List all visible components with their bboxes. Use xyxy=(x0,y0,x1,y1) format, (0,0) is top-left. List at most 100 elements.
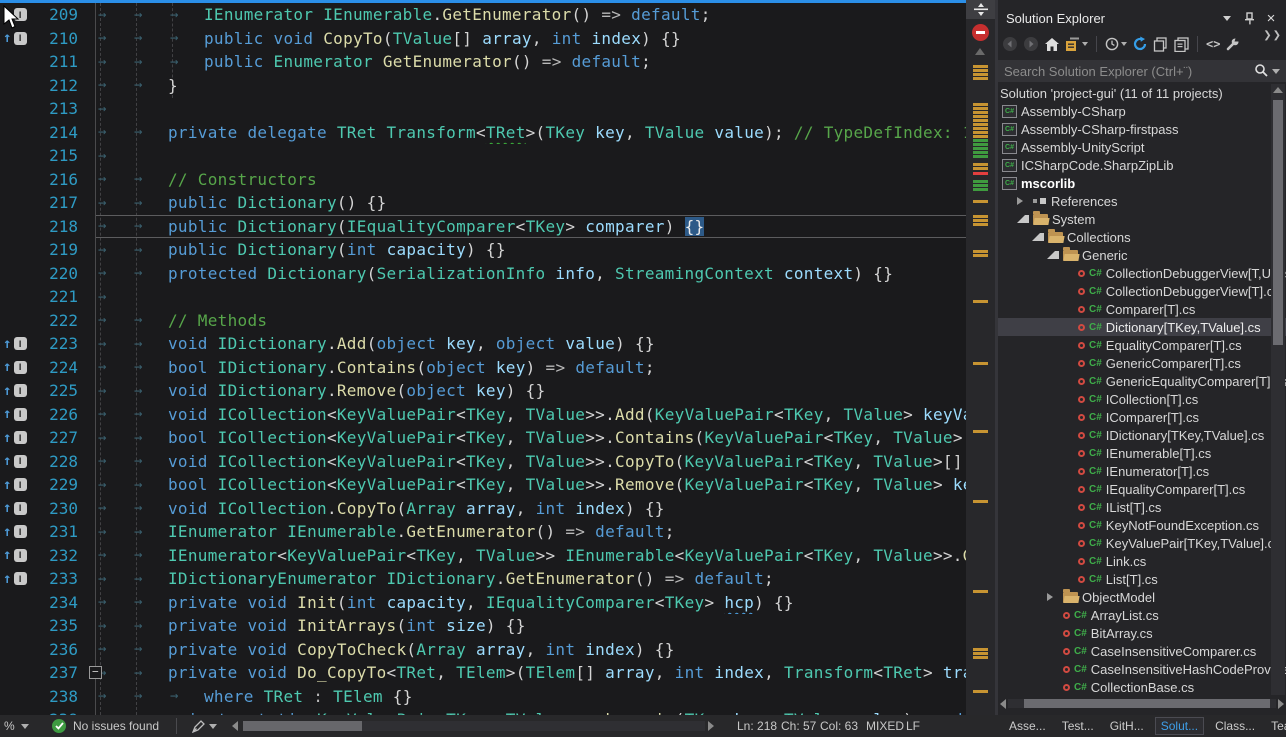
panel-tab-tea[interactable]: Tea... xyxy=(1266,718,1286,734)
implements-interface-icon[interactable]: ↑I xyxy=(0,473,34,497)
fold-margin[interactable] xyxy=(78,74,96,98)
code-line[interactable]: 213→ xyxy=(0,97,966,121)
fold-margin[interactable] xyxy=(78,50,96,74)
code-text[interactable]: →→// Constructors xyxy=(96,168,966,192)
code-text[interactable]: →→void ICollection<KeyValuePair<TKey, TV… xyxy=(96,450,966,474)
code-line[interactable]: 211→→→public Enumerator GetEnumerator() … xyxy=(0,50,966,74)
code-line[interactable]: 221→ xyxy=(0,285,966,309)
code-text[interactable]: → xyxy=(96,285,966,309)
split-editor-handle-icon[interactable] xyxy=(966,0,995,19)
fold-margin[interactable] xyxy=(78,27,96,51)
code-text[interactable]: →→private void Do_CopyTo<TRet, TElem>(TE… xyxy=(96,661,966,685)
tree-item-ilist-t-cs[interactable]: C#IList[T].cs xyxy=(998,498,1286,516)
home-icon[interactable] xyxy=(1044,34,1060,54)
code-line[interactable]: 235→→private void InitArrays(int size) {… xyxy=(0,614,966,638)
code-text[interactable]: →→private void CopyToCheck(Array array, … xyxy=(96,638,966,662)
tree-item-comparer-t-cs[interactable]: C#Comparer[T].cs xyxy=(998,300,1286,318)
code-text[interactable]: →→IEnumerator IEnumerable.GetEnumerator(… xyxy=(96,520,966,544)
code-text[interactable]: →→private void InitArrays(int size) {} xyxy=(96,614,966,638)
code-line[interactable]: 212→→} xyxy=(0,74,966,98)
tree-item-keynotfoundexception-cs[interactable]: C#KeyNotFoundException.cs xyxy=(998,516,1286,534)
fold-margin[interactable] xyxy=(78,97,96,121)
tree-scroll-right-icon[interactable] xyxy=(1278,699,1284,709)
tree-item-collectiondebuggerview-t-u-cs[interactable]: C#CollectionDebuggerView[T,U].cs xyxy=(998,264,1286,282)
editor-vertical-scrollbar[interactable] xyxy=(966,0,995,715)
panel-tab-asse[interactable]: Asse... xyxy=(1004,718,1051,734)
fold-collapse-icon[interactable]: − xyxy=(89,666,102,679)
code-line[interactable]: 222→→// Methods xyxy=(0,309,966,333)
fold-margin[interactable] xyxy=(78,708,96,715)
close-icon[interactable]: × xyxy=(1262,9,1280,27)
fold-margin[interactable] xyxy=(78,614,96,638)
panel-tab-solut[interactable]: Solut... xyxy=(1155,717,1204,735)
zoom-control[interactable]: % xyxy=(4,715,29,737)
code-line[interactable]: 234→→private void Init(int capacity, IEq… xyxy=(0,591,966,615)
fold-margin[interactable] xyxy=(78,285,96,309)
code-text[interactable]: →→→where TRet : TElem {} xyxy=(96,685,966,709)
expander-collapsed-icon[interactable] xyxy=(1017,197,1029,205)
fold-margin[interactable] xyxy=(78,262,96,286)
code-text[interactable]: →→protected Dictionary(SerializationInfo… xyxy=(96,262,966,286)
fold-margin[interactable] xyxy=(78,332,96,356)
pending-changes-filter-icon[interactable] xyxy=(1105,34,1127,54)
code-line[interactable]: 236→→private void CopyToCheck(Array arra… xyxy=(0,638,966,662)
tree-item-ienumerable-t-cs[interactable]: C#IEnumerable[T].cs xyxy=(998,444,1286,462)
window-position-icon[interactable] xyxy=(1218,9,1236,27)
code-line[interactable]: ↑I226→→void ICollection<KeyValuePair<TKe… xyxy=(0,403,966,427)
tree-item-ienumerator-t-cs[interactable]: C#IEnumerator[T].cs xyxy=(998,462,1286,480)
tree-item-assembly-csharp[interactable]: C#Assembly-CSharp xyxy=(998,102,1286,120)
tree-item-system[interactable]: System xyxy=(998,210,1286,228)
tree-item-bitarray-cs[interactable]: C#BitArray.cs xyxy=(998,624,1286,642)
tree-horizontal-scrollbar[interactable] xyxy=(1000,697,1284,710)
fold-margin[interactable] xyxy=(78,497,96,521)
fold-margin[interactable] xyxy=(78,450,96,474)
code-text[interactable]: → xyxy=(96,144,966,168)
editor-hscroll-thumb[interactable] xyxy=(243,721,362,731)
marker-dropdown-icon[interactable] xyxy=(209,724,217,729)
fold-margin[interactable] xyxy=(78,520,96,544)
fold-margin[interactable] xyxy=(78,191,96,215)
tree-scroll-thumb[interactable] xyxy=(1273,100,1283,345)
tree-scroll-up-icon[interactable] xyxy=(1273,87,1283,93)
implements-interface-icon[interactable]: ↑I xyxy=(0,379,34,403)
panel-tab-test[interactable]: Test... xyxy=(1057,718,1099,734)
code-text[interactable]: →→→IEnumerator IEnumerable.GetEnumerator… xyxy=(96,3,966,27)
fold-margin[interactable] xyxy=(78,567,96,591)
document-health-icon[interactable] xyxy=(972,24,989,41)
code-text[interactable]: →→void ICollection.CopyTo(Array array, i… xyxy=(96,497,966,521)
hscroll-right-icon[interactable] xyxy=(708,715,714,737)
code-text[interactable]: →→bool ICollection<KeyValuePair<TKey, TV… xyxy=(96,426,966,450)
expander-expanded-icon[interactable] xyxy=(1017,215,1029,223)
collapse-all-icon[interactable] xyxy=(1065,34,1088,54)
fold-margin[interactable] xyxy=(78,215,96,239)
code-line[interactable]: 220→→protected Dictionary(SerializationI… xyxy=(0,262,966,286)
tree-item-references[interactable]: References xyxy=(998,192,1286,210)
code-line[interactable]: ↑I227→→bool ICollection<KeyValuePair<TKe… xyxy=(0,426,966,450)
tree-item-keyvaluepair-tkey-tvalue-cs[interactable]: C#KeyValuePair[TKey,TValue].cs xyxy=(998,534,1286,552)
tree-item-icomparer-t-cs[interactable]: C#IComparer[T].cs xyxy=(998,408,1286,426)
pin-icon[interactable] xyxy=(1240,9,1258,27)
tree-item-objectmodel[interactable]: ObjectModel xyxy=(998,588,1286,606)
code-text[interactable]: →→} xyxy=(96,74,966,98)
tree-item-collections[interactable]: Collections xyxy=(998,228,1286,246)
fold-margin[interactable] xyxy=(78,379,96,403)
tree-item-assembly-unityscript[interactable]: C#Assembly-UnityScript xyxy=(998,138,1286,156)
fold-margin[interactable]: − xyxy=(78,661,96,685)
code-line[interactable]: 216→→// Constructors xyxy=(0,168,966,192)
code-text[interactable]: →→// Methods xyxy=(96,309,966,333)
code-line[interactable]: ↑I209→→→IEnumerator IEnumerable.GetEnume… xyxy=(0,3,966,27)
code-text[interactable]: →→→public void CopyTo(TValue[] array, in… xyxy=(96,27,966,51)
zoom-dropdown-icon[interactable] xyxy=(21,724,29,729)
implements-interface-icon[interactable]: ↑I xyxy=(0,356,34,380)
code-line[interactable]: 239→→private static KeyValuePair<TKey, T… xyxy=(0,708,966,715)
toolbar-overflow-icon[interactable]: ❯❯ xyxy=(1263,30,1282,41)
tree-item-genericcomparer-t-cs[interactable]: C#GenericComparer[T].cs xyxy=(998,354,1286,372)
search-options-icon[interactable] xyxy=(1272,69,1280,74)
tree-item-caseinsensitivehashcodeprovider-cs[interactable]: C#CaseInsensitiveHashCodeProvider.cs xyxy=(998,660,1286,678)
hscroll-left-icon[interactable] xyxy=(232,715,238,737)
code-line[interactable]: 219→→public Dictionary(int capacity) {} xyxy=(0,238,966,262)
forward-icon[interactable] xyxy=(1023,34,1039,54)
code-text[interactable]: →→void IDictionary.Remove(object key) {} xyxy=(96,379,966,403)
tree-item-iequalitycomparer-t-cs[interactable]: C#IEqualityComparer[T].cs xyxy=(998,480,1286,498)
implements-interface-icon[interactable]: ↑I xyxy=(0,332,34,356)
